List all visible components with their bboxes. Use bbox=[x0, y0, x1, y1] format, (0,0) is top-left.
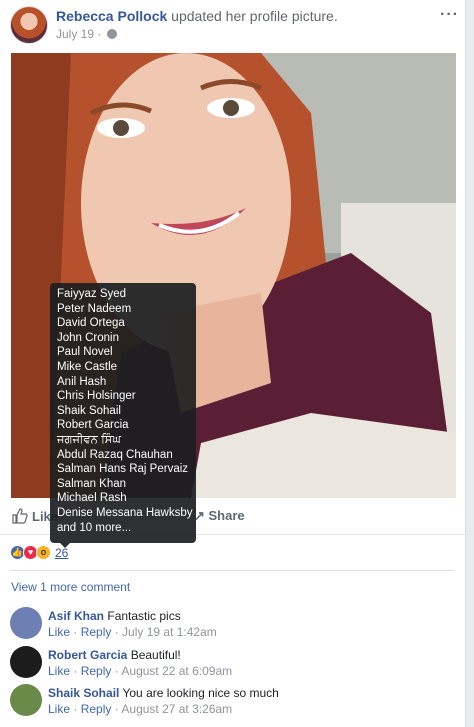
commenter-name[interactable]: Asif Khan bbox=[48, 609, 104, 623]
comment-meta: Like · Reply · August 22 at 6:09am bbox=[48, 664, 233, 678]
comment-reply-link[interactable]: Reply bbox=[81, 664, 112, 678]
commenter-avatar[interactable] bbox=[10, 646, 42, 678]
tooltip-name: ਜਗਜੀਵਨ ਸਿੰਘ bbox=[57, 433, 121, 446]
tooltip-arrow bbox=[60, 543, 70, 548]
comment-time[interactable]: · August 22 at 6:09am bbox=[115, 664, 232, 678]
post-action-text: updated her profile picture. bbox=[171, 8, 338, 24]
commenter-avatar[interactable] bbox=[10, 684, 42, 716]
post-header: Rebecca Pollock updated her profile pict… bbox=[0, 0, 466, 52]
comment-meta: Like · Reply · August 27 at 3:26am bbox=[48, 702, 233, 716]
view-more-comments-link[interactable]: View 1 more comment bbox=[11, 580, 130, 594]
tooltip-name: Salman Hans Raj Pervaiz bbox=[57, 463, 189, 476]
author-name[interactable]: Rebecca Pollock bbox=[56, 8, 167, 24]
commenter-name[interactable]: Shaik Sohail bbox=[48, 686, 119, 700]
tooltip-name: Anil Hash bbox=[57, 375, 107, 388]
share-icon: ↗ bbox=[194, 508, 209, 523]
comment-item: Asif Khan Fantastic pics Like · Reply · … bbox=[10, 607, 460, 645]
comment-like-link[interactable]: Like bbox=[48, 625, 70, 639]
comment-reply-link[interactable]: Reply bbox=[81, 702, 112, 716]
tooltip-name: Mike Castle bbox=[57, 360, 118, 373]
comment-body: Robert Garcia Beautiful! bbox=[48, 648, 181, 662]
tooltip-name: Chris Holsinger bbox=[57, 390, 136, 403]
comment-input-edge bbox=[10, 718, 460, 727]
tooltip-more: and 10 more... bbox=[57, 521, 132, 534]
globe-icon bbox=[106, 29, 117, 39]
tooltip-name: John Cronin bbox=[57, 331, 120, 344]
divider bbox=[10, 570, 454, 571]
post-title: Rebecca Pollock updated her profile pict… bbox=[56, 8, 338, 24]
tooltip-name: Faiyyaz Syed bbox=[57, 288, 127, 300]
post-card: Rebecca Pollock updated her profile pict… bbox=[0, 0, 466, 727]
tooltip-name: David Ortega bbox=[57, 317, 125, 330]
share-button[interactable]: ↗ Share bbox=[194, 508, 245, 524]
author-avatar[interactable] bbox=[10, 6, 48, 44]
comment-text: Beautiful! bbox=[130, 648, 181, 662]
wow-reaction-icon: o bbox=[36, 545, 51, 561]
tooltip-name: Salman Khan bbox=[57, 477, 127, 490]
comment-reply-link[interactable]: Reply bbox=[81, 625, 112, 639]
tooltip-name: Paul Novel bbox=[57, 346, 113, 359]
commenter-avatar[interactable] bbox=[10, 607, 42, 639]
comment-item: Robert Garcia Beautiful! Like · Reply · … bbox=[10, 646, 460, 684]
commenter-name[interactable]: Robert Garcia bbox=[48, 648, 127, 662]
comment-item: Shaik Sohail You are looking nice so muc… bbox=[10, 684, 460, 722]
comment-text: Fantastic pics bbox=[107, 609, 181, 623]
comment-text: You are looking nice so much bbox=[122, 686, 279, 700]
tooltip-name: Shaik Sohail bbox=[57, 404, 121, 417]
tooltip-name: Abdul Razaq Chauhan bbox=[57, 448, 173, 461]
tooltip-name: Peter Nadeem bbox=[57, 302, 132, 315]
ellipsis-icon[interactable]: ··· bbox=[440, 6, 459, 24]
tooltip-name: Denise Messana Hawksby bbox=[57, 506, 193, 519]
comment-time[interactable]: · July 19 at 1:42am bbox=[115, 625, 217, 639]
comment-body: Asif Khan Fantastic pics bbox=[48, 609, 181, 623]
post-meta: July 19 · bbox=[56, 27, 117, 41]
comment-meta: Like · Reply · July 19 at 1:42am bbox=[48, 625, 217, 639]
comment-like-link[interactable]: Like bbox=[48, 702, 70, 716]
reactions-tooltip: Faiyyaz Syed Peter Nadeem David Ortega J… bbox=[50, 283, 196, 543]
post-date[interactable]: July 19 · bbox=[56, 27, 101, 41]
tooltip-name: Robert Garcia bbox=[57, 419, 129, 432]
tooltip-name: Michael Rash bbox=[57, 492, 127, 505]
comment-time[interactable]: · August 27 at 3:26am bbox=[115, 702, 232, 716]
thumbs-up-icon bbox=[12, 508, 28, 524]
share-label: Share bbox=[208, 508, 245, 523]
comment-body: Shaik Sohail You are looking nice so muc… bbox=[48, 686, 279, 700]
comment-like-link[interactable]: Like bbox=[48, 664, 70, 678]
